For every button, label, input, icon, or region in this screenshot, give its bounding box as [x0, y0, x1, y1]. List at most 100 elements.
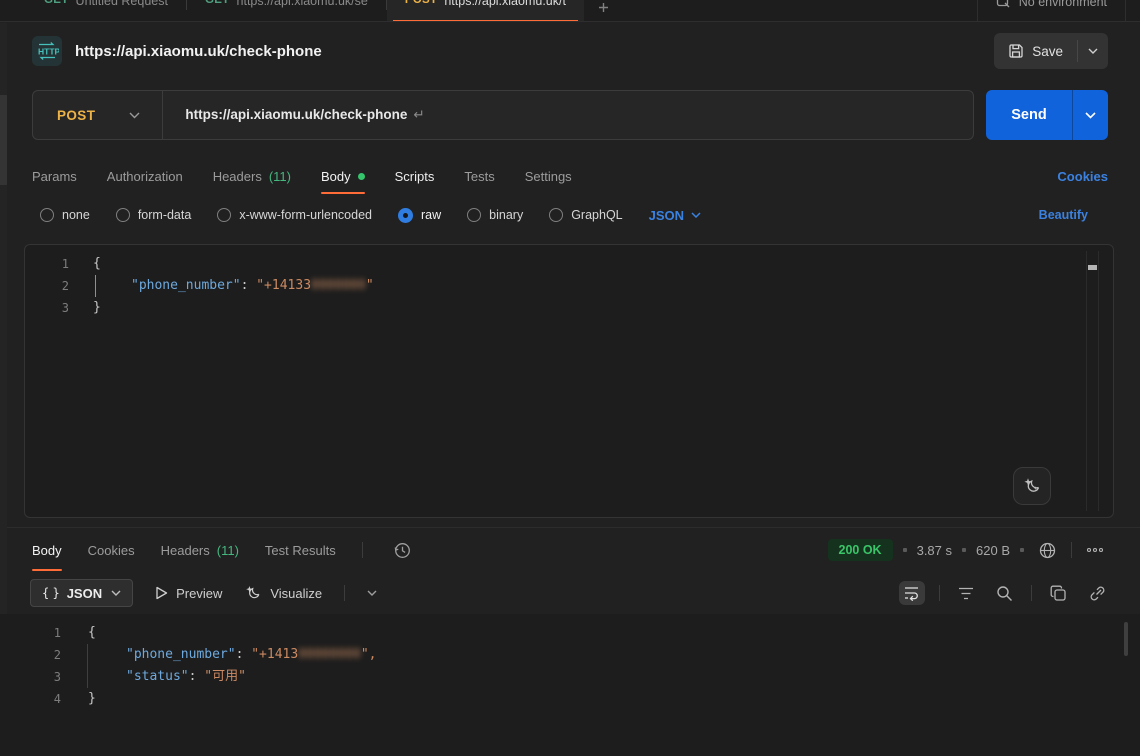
headers-count: (11)	[269, 169, 291, 184]
url-input-container: POST https://api.xiaomu.uk/check-phone↵	[32, 90, 974, 140]
save-label: Save	[1032, 44, 1063, 59]
chevron-down-icon	[111, 590, 121, 596]
globe-icon	[1038, 541, 1057, 560]
new-tab-button[interactable]	[598, 2, 609, 13]
link-icon	[1089, 585, 1106, 602]
scrollbar-handle[interactable]	[1088, 265, 1097, 270]
method-badge: GET	[205, 0, 230, 8]
tab-headers[interactable]: Headers(11)	[213, 156, 291, 196]
code-line: 3 }	[25, 297, 1113, 319]
modified-dot-icon	[358, 173, 365, 180]
request-title-row: HTTP https://api.xiaomu.uk/check-phone S…	[0, 22, 1140, 80]
tab-label: https://api.xiaomu.uk/t	[444, 0, 566, 8]
more-options-button[interactable]	[1082, 543, 1108, 557]
topbar-right-divider	[1125, 0, 1126, 22]
language-dropdown[interactable]: JSON	[649, 208, 701, 223]
environment-selector[interactable]: No environment	[977, 0, 1140, 22]
preview-button[interactable]: Preview	[155, 586, 222, 601]
mode-form-data[interactable]: form-data	[116, 208, 192, 222]
radio-icon	[467, 208, 481, 222]
scrollbar-handle[interactable]	[1124, 622, 1128, 656]
copy-button[interactable]	[1046, 581, 1071, 606]
history-button[interactable]	[389, 537, 416, 564]
tab-body[interactable]: Body	[321, 156, 365, 196]
mode-binary[interactable]: binary	[467, 208, 523, 222]
code-line: 2 "phone_number": "+141300000000",	[0, 644, 1140, 666]
indent-guide	[95, 275, 96, 297]
response-meta: 200 OK 3.87 s 620 B	[828, 537, 1109, 564]
response-tab-body[interactable]: Body	[32, 528, 62, 573]
search-icon	[996, 585, 1013, 602]
radio-icon	[116, 208, 130, 222]
tab-tests[interactable]: Tests	[464, 156, 494, 196]
tab-authorization[interactable]: Authorization	[107, 156, 183, 196]
cookies-link[interactable]: Cookies	[1057, 169, 1108, 184]
radio-icon	[549, 208, 563, 222]
line-number: 1	[0, 622, 77, 644]
request-tab-active[interactable]: POST https://api.xiaomu.uk/t	[387, 0, 584, 22]
response-format-dropdown[interactable]: { } JSON	[30, 579, 133, 607]
tab-settings[interactable]: Settings	[525, 156, 572, 196]
request-tab-get[interactable]: GET https://api.xiaomu.uk/se	[187, 0, 386, 22]
filter-icon	[958, 587, 974, 600]
ellipsis-icon	[1086, 547, 1104, 553]
request-tab-untitled[interactable]: GET Untitled Request	[26, 0, 186, 22]
mode-graphql[interactable]: GraphQL	[549, 208, 622, 222]
body-mode-options: none form-data x-www-form-urlencoded raw…	[0, 196, 1140, 234]
mode-none[interactable]: none	[40, 208, 90, 222]
http-protocol-icon: HTTP	[32, 36, 62, 66]
wrap-text-button[interactable]	[899, 581, 925, 605]
beautify-link[interactable]: Beautify	[1039, 208, 1088, 222]
request-tab-strip: Params Authorization Headers(11) Body Sc…	[0, 156, 1140, 196]
editor-scrollbar[interactable]	[1086, 251, 1099, 511]
svg-text:HTTP: HTTP	[38, 47, 59, 57]
tab-params[interactable]: Params	[32, 156, 77, 196]
enter-hint-icon: ↵	[413, 107, 424, 122]
tab-label: https://api.xiaomu.uk/se	[237, 0, 368, 8]
response-tab-cookies[interactable]: Cookies	[88, 528, 135, 573]
response-tools	[899, 581, 1110, 606]
radio-icon	[217, 208, 231, 222]
line-number: 1	[25, 253, 85, 275]
response-tab-headers[interactable]: Headers(11)	[161, 528, 239, 573]
line-number: 2	[25, 275, 85, 297]
redacted-text: 00000000	[298, 647, 361, 662]
method-selected: POST	[57, 108, 95, 123]
chevron-down-icon	[1085, 112, 1096, 119]
copy-icon	[1050, 585, 1067, 602]
code-line: 4 }	[0, 688, 1140, 710]
postbot-button[interactable]	[1013, 467, 1051, 505]
visualize-button[interactable]: Visualize	[244, 584, 322, 602]
chevron-down-icon	[691, 212, 701, 218]
url-divider	[162, 91, 163, 139]
request-body-editor[interactable]: 1 { 2 "phone_number": "+141330000000" 3 …	[24, 244, 1114, 518]
chevron-down-icon[interactable]	[367, 590, 377, 596]
code-line: 1 {	[25, 253, 1113, 275]
line-number: 4	[0, 688, 77, 710]
environment-icon	[996, 0, 1011, 9]
method-dropdown[interactable]: POST	[33, 108, 162, 123]
mode-x-www-form-urlencoded[interactable]: x-www-form-urlencoded	[217, 208, 372, 222]
tab-scripts[interactable]: Scripts	[395, 156, 435, 196]
send-options-button[interactable]	[1072, 90, 1108, 140]
radio-icon	[40, 208, 54, 222]
headers-count: (11)	[217, 543, 239, 558]
radio-selected-icon	[398, 208, 413, 223]
save-button[interactable]: Save	[994, 33, 1108, 69]
dot-separator	[962, 548, 966, 552]
divider	[362, 542, 363, 558]
url-input[interactable]: https://api.xiaomu.uk/check-phone↵	[185, 107, 424, 123]
open-request-tabs: GET Untitled Request GET https://api.xia…	[26, 0, 609, 22]
filter-button[interactable]	[954, 583, 978, 604]
chevron-down-icon	[1088, 48, 1098, 54]
link-button[interactable]	[1085, 581, 1110, 606]
response-tab-test-results[interactable]: Test Results	[265, 528, 336, 573]
save-options-button[interactable]	[1078, 33, 1108, 69]
history-clock-icon	[393, 541, 412, 560]
send-button[interactable]: Send	[986, 90, 1108, 140]
search-button[interactable]	[992, 581, 1017, 606]
response-time: 3.87 s	[917, 543, 952, 558]
url-bar: POST https://api.xiaomu.uk/check-phone↵ …	[32, 90, 1108, 140]
network-info-button[interactable]	[1034, 537, 1061, 564]
mode-raw[interactable]: raw	[398, 208, 441, 223]
